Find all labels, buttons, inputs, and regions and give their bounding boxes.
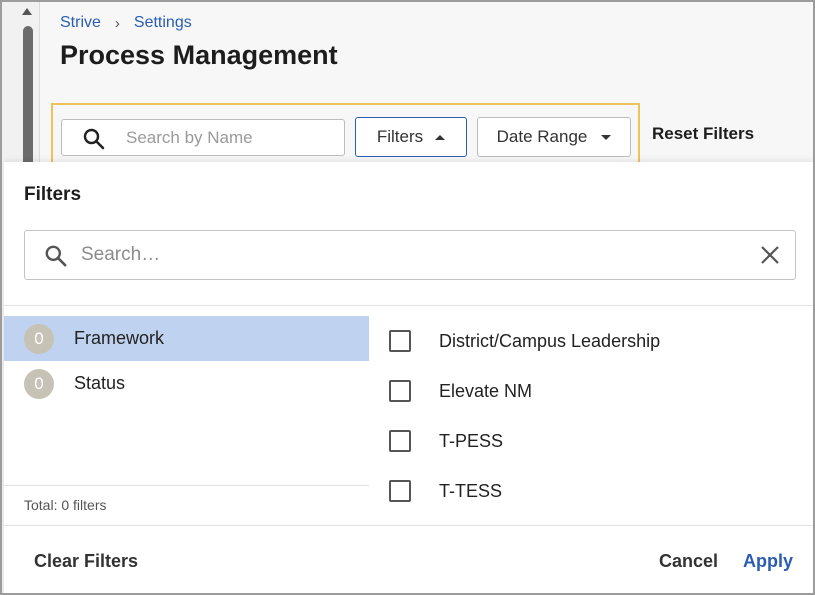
- option-label: District/Campus Leadership: [439, 330, 661, 351]
- clear-filters-button[interactable]: Clear Filters: [34, 551, 138, 572]
- date-range-button-label: Date Range: [496, 127, 588, 146]
- option-label: T-PESS: [439, 430, 504, 451]
- filters-panel: Filters 0 Framework 0 Status Total: 0 fi…: [4, 162, 813, 593]
- filters-button[interactable]: Filters: [355, 117, 467, 157]
- filter-search-input[interactable]: [81, 244, 721, 266]
- search-icon: [43, 243, 69, 274]
- option-item[interactable]: District/Campus Leadership: [389, 316, 799, 366]
- breadcrumb-settings[interactable]: Settings: [134, 14, 192, 32]
- option-list: District/Campus Leadership Elevate NM T-…: [389, 316, 799, 516]
- reset-filters-button[interactable]: Reset Filters: [652, 124, 754, 144]
- checkbox[interactable]: [389, 330, 411, 352]
- divider: [4, 485, 369, 486]
- app-window: Strive › Settings Process Management Fil…: [0, 0, 815, 595]
- option-item[interactable]: Elevate NM: [389, 366, 799, 416]
- count-badge: 0: [24, 368, 54, 399]
- category-item-framework[interactable]: 0 Framework: [4, 316, 369, 361]
- option-label: Elevate NM: [439, 380, 533, 401]
- caret-down-icon: [601, 134, 612, 140]
- divider: [4, 305, 813, 306]
- scrollbar-thumb[interactable]: [23, 26, 33, 176]
- category-item-status[interactable]: 0 Status: [4, 361, 369, 406]
- filter-search-box[interactable]: [24, 230, 796, 280]
- checkbox[interactable]: [389, 480, 411, 502]
- filters-button-label: Filters: [376, 127, 424, 146]
- option-label: T-TESS: [439, 480, 503, 501]
- checkbox[interactable]: [389, 380, 411, 402]
- scroll-up-arrow-icon[interactable]: [22, 8, 32, 15]
- close-icon[interactable]: [759, 244, 781, 271]
- count-badge: 0: [24, 323, 54, 354]
- breadcrumb: Strive › Settings: [60, 14, 192, 32]
- checkbox[interactable]: [389, 430, 411, 452]
- name-search-input[interactable]: [126, 128, 326, 148]
- option-item[interactable]: T-PESS: [389, 416, 799, 466]
- category-list: 0 Framework 0 Status: [4, 316, 369, 406]
- date-range-button[interactable]: Date Range: [477, 117, 631, 157]
- name-search-box[interactable]: [61, 119, 345, 156]
- breadcrumb-separator-icon: ›: [114, 14, 120, 32]
- apply-button[interactable]: Apply: [743, 551, 793, 572]
- search-icon: [82, 127, 106, 156]
- option-item[interactable]: T-TESS: [389, 466, 799, 516]
- page-title: Process Management: [60, 40, 338, 70]
- cancel-button[interactable]: Cancel: [659, 551, 718, 572]
- caret-up-icon: [435, 134, 446, 140]
- category-label: Status: [74, 373, 126, 393]
- filters-panel-title: Filters: [24, 184, 82, 205]
- category-label: Framework: [74, 328, 165, 348]
- breadcrumb-strive[interactable]: Strive: [60, 14, 101, 32]
- divider: [4, 525, 813, 526]
- total-filters-count: Total: 0 filters: [24, 497, 107, 513]
- filter-bar: Filters Date Range: [51, 103, 640, 164]
